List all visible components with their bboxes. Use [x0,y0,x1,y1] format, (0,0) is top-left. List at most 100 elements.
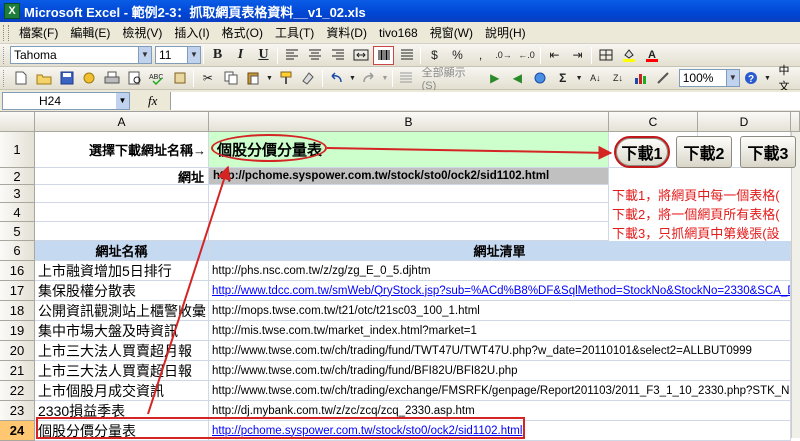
download3-button[interactable]: 下載3 [740,136,796,168]
copy-icon[interactable] [220,69,241,88]
list-url-18[interactable]: http://mops.twse.com.tw/t21/otc/t21sc03_… [209,301,791,321]
increase-indent-icon[interactable]: ⇥ [567,46,588,65]
menu-insert[interactable]: 插入(I) [168,24,215,41]
menu-format[interactable]: 格式(O) [216,24,269,41]
column-header-a[interactable]: A [35,112,209,132]
list-url-16[interactable]: http://phs.nsc.com.tw/z/zg/zg_E_0_5.djht… [209,261,791,281]
cell-b2-url[interactable]: http://pchome.syspower.com.tw/stock/sto0… [209,168,609,185]
chevron-down-icon[interactable]: ▼ [266,69,274,88]
help-icon[interactable]: ? [741,69,762,88]
list-header-url[interactable]: 網址清單 [209,241,791,261]
italic-button[interactable]: I [230,46,251,65]
chevron-down-icon[interactable]: ▼ [187,47,200,63]
drawing-icon[interactable] [653,69,674,88]
permission-icon[interactable] [79,69,100,88]
vertical-scrollbar[interactable] [791,132,800,438]
list-url-22[interactable]: http://www.twse.com.tw/ch/trading/exchan… [209,381,791,401]
column-header-c[interactable]: C [609,112,698,132]
align-center-icon[interactable] [304,46,325,65]
sort-ascending-icon[interactable]: A↓ [585,69,606,88]
cell-a5[interactable] [35,222,209,241]
arrow-left-icon[interactable]: ◀ [507,69,528,88]
list-name-21[interactable]: 上市三大法人買賣超日報 [35,361,209,381]
font-size-select[interactable]: 11 ▼ [155,46,201,64]
percent-button[interactable]: % [447,46,468,65]
bold-button[interactable]: B [207,46,228,65]
font-color-icon[interactable]: A [641,46,662,65]
align-left-icon[interactable] [281,46,302,65]
decrease-decimal-icon[interactable]: ←.0 [516,46,537,65]
research-icon[interactable] [170,69,191,88]
name-box[interactable]: H24 ▼ [2,91,130,110]
spelling-icon[interactable]: ABC [147,69,168,88]
clear-format-icon[interactable] [298,69,319,88]
download2-button[interactable]: 下載2 [676,136,732,168]
list-url-21[interactable]: http://www.twse.com.tw/ch/trading/fund/B… [209,361,791,381]
column-header-d[interactable]: D [698,112,791,132]
list-name-18[interactable]: 公開資訊觀測站上櫃警收彙 [35,301,209,321]
menu-file[interactable]: 檔案(F) [13,24,64,41]
list-header-name[interactable]: 網址名稱 [35,241,209,261]
menu-help[interactable]: 說明(H) [479,24,532,41]
download1-button[interactable]: 下載1 [614,136,670,168]
zoom-select[interactable]: 100% ▼ [678,69,740,87]
row-header-18[interactable]: 18 [0,301,35,321]
chevron-down-icon[interactable]: ▼ [725,70,739,86]
list-name-16[interactable]: 上市融資增加5日排行 [35,261,209,281]
row-header-19[interactable]: 19 [0,321,35,341]
distributed-align-icon[interactable] [396,46,417,65]
list-url-17[interactable]: http://www.tdcc.com.tw/smWeb/QryStock.js… [209,281,791,301]
excel-app-icon[interactable]: X [4,3,20,19]
chevron-down-icon[interactable]: ▼ [381,69,389,88]
menu-window[interactable]: 視窗(W) [424,24,479,41]
chevron-down-icon[interactable]: ▼ [116,92,129,109]
row-header-4[interactable]: 4 [0,203,35,222]
list-name-19[interactable]: 集中市場大盤及時資訊 [35,321,209,341]
undo-icon[interactable] [326,69,347,88]
row-header-23[interactable]: 23 [0,401,35,421]
list-name-22[interactable]: 上市個股月成交資訊 [35,381,209,401]
comma-style-icon[interactable]: , [470,46,491,65]
menu-tools[interactable]: 工具(T) [269,24,320,41]
cell-a4[interactable] [35,203,209,222]
row-header-17[interactable]: 17 [0,281,35,301]
paste-icon[interactable] [243,69,264,88]
menu-data[interactable]: 資料(D) [320,24,373,41]
list-name-20[interactable]: 上市三大法人買賣超月報 [35,341,209,361]
open-folder-icon[interactable] [34,69,55,88]
print-icon[interactable] [102,69,123,88]
list-url-19[interactable]: http://mis.twse.com.tw/market_index.html… [209,321,791,341]
cut-icon[interactable]: ✂ [197,69,218,88]
menu-grip[interactable] [3,24,9,41]
merge-center-icon[interactable] [350,46,371,65]
show-all-button[interactable]: 全部顯示(S) [422,64,480,92]
menu-tivo168[interactable]: tivo168 [373,26,424,40]
row-header-20[interactable]: 20 [0,341,35,361]
row-header-16[interactable]: 16 [0,261,35,281]
chevron-down-icon[interactable]: ▼ [764,69,772,88]
font-name-select[interactable]: Tahoma ▼ [10,46,152,64]
toolbar-grip[interactable] [3,69,6,87]
row-header-21[interactable]: 21 [0,361,35,381]
chevron-down-icon[interactable]: ▼ [138,47,151,63]
new-file-icon[interactable] [11,69,32,88]
row-header-2[interactable]: 2 [0,168,35,185]
barcode-icon[interactable] [373,45,394,65]
cell-a2-label[interactable]: 網址 [35,168,209,185]
chart-wizard-icon[interactable] [630,69,651,88]
list-name-17[interactable]: 集保股權分散表 [35,281,209,301]
cell-a3[interactable] [35,185,209,203]
redo-icon[interactable] [358,69,379,88]
increase-decimal-icon[interactable]: .0→ [493,46,514,65]
fx-icon[interactable]: fx [148,93,157,109]
row-header-5[interactable]: 5 [0,222,35,241]
column-header-partial[interactable] [791,112,800,132]
row-header-24[interactable]: 24 [0,421,35,441]
formula-input[interactable] [170,92,800,110]
chevron-down-icon[interactable]: ▼ [575,69,583,88]
show-all-icon[interactable] [396,69,417,88]
autosum-icon[interactable]: Σ [552,69,573,88]
column-header-b[interactable]: B [209,112,609,132]
cell-b5[interactable] [209,222,609,241]
row-header-1[interactable]: 1 [0,132,35,168]
